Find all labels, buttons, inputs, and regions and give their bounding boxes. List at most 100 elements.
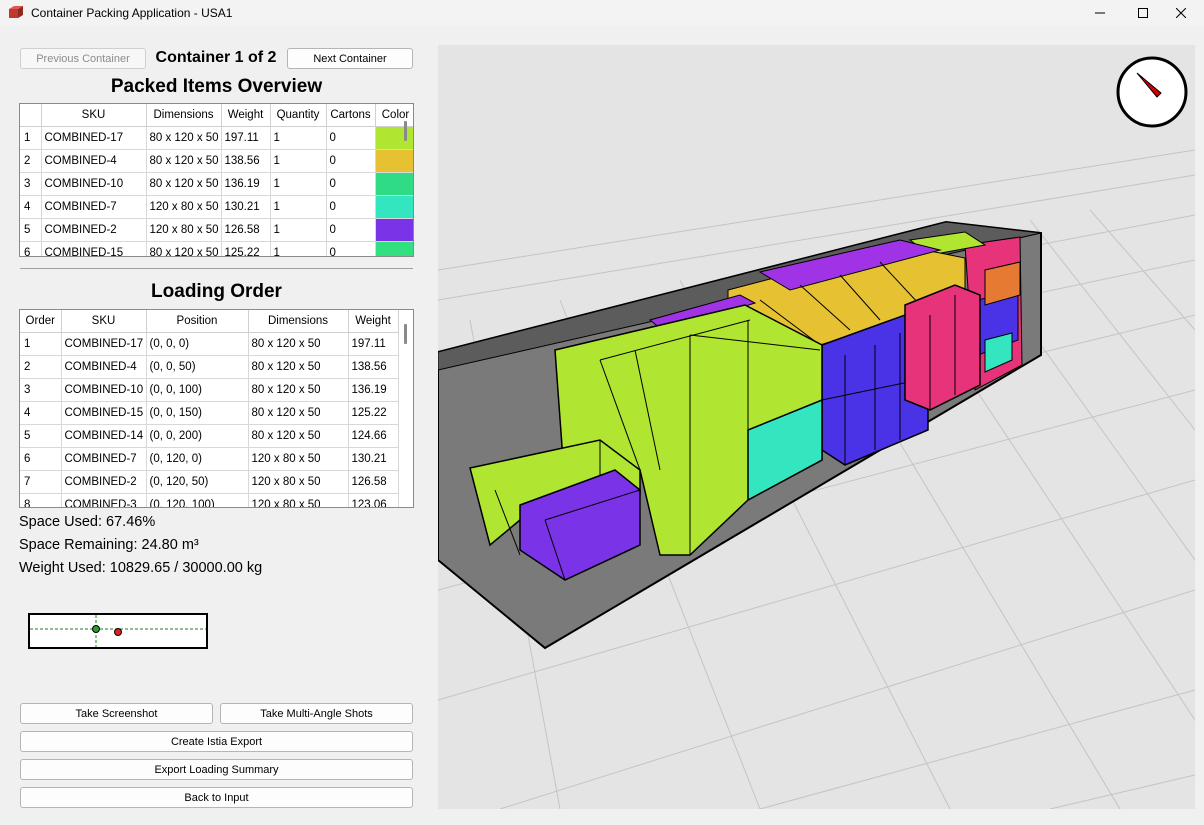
minimize-icon	[1095, 12, 1105, 14]
table-row[interactable]: 7 COMBINED-2 (0, 120, 50) 120 x 80 x 50 …	[20, 470, 399, 494]
sku-cell: COMBINED-7	[61, 447, 147, 471]
vertical-scrollbar[interactable]	[404, 324, 407, 344]
column-header[interactable]: Dimensions	[146, 104, 222, 127]
maximize-icon	[1138, 8, 1148, 18]
sku-cell: COMBINED-15	[41, 241, 147, 256]
position-cell: (0, 120, 100)	[146, 493, 249, 507]
order-cell: 2	[20, 355, 62, 379]
table-row[interactable]: 4 COMBINED-15 (0, 0, 150) 80 x 120 x 50 …	[20, 401, 399, 425]
column-header[interactable]: Color	[375, 104, 413, 127]
container-icon	[9, 6, 23, 18]
position-cell: (0, 120, 50)	[146, 470, 249, 494]
position-cell: (0, 0, 100)	[146, 378, 249, 402]
sku-cell: COMBINED-4	[61, 355, 147, 379]
color-swatch	[375, 172, 413, 196]
dimensions-cell: 120 x 80 x 50	[146, 218, 222, 242]
position-cell: (0, 0, 50)	[146, 355, 249, 379]
table-row[interactable]: 5 COMBINED-2 120 x 80 x 50 126.58 1 0	[20, 218, 413, 242]
dimensions-cell: 120 x 80 x 50	[248, 470, 349, 494]
table-row[interactable]: 6 COMBINED-15 80 x 120 x 50 125.22 1 0	[20, 241, 413, 256]
dimensions-cell: 80 x 120 x 50	[146, 172, 222, 196]
minimize-button[interactable]	[1077, 0, 1123, 26]
next-container-button[interactable]: Next Container	[287, 48, 413, 69]
table-row[interactable]: 8 COMBINED-3 (0, 120, 100) 120 x 80 x 50…	[20, 493, 399, 507]
table-row[interactable]: 3 COMBINED-10 80 x 120 x 50 136.19 1 0	[20, 172, 413, 196]
position-cell: (0, 120, 0)	[146, 447, 249, 471]
row-number: 6	[20, 241, 42, 256]
column-header[interactable]: SKU	[41, 104, 147, 127]
color-swatch	[375, 149, 413, 173]
table-row[interactable]: 5 COMBINED-14 (0, 0, 200) 80 x 120 x 50 …	[20, 424, 399, 448]
dimensions-cell: 80 x 120 x 50	[248, 355, 349, 379]
dimensions-cell: 80 x 120 x 50	[248, 378, 349, 402]
packed-items-table[interactable]: SKU Dimensions Weight Quantity Cartons C…	[19, 103, 414, 257]
space-remaining-label: Space Remaining: 24.80 m³	[19, 537, 199, 553]
compass-icon[interactable]	[1115, 55, 1189, 129]
order-cell: 7	[20, 470, 62, 494]
sku-cell: COMBINED-7	[41, 195, 147, 219]
dimensions-cell: 80 x 120 x 50	[146, 241, 222, 256]
column-header[interactable]: Position	[146, 310, 249, 333]
color-swatch	[375, 126, 413, 150]
sku-cell: COMBINED-15	[61, 401, 147, 425]
table-row[interactable]: 4 COMBINED-7 120 x 80 x 50 130.21 1 0	[20, 195, 413, 219]
weight-cell: 138.56	[348, 355, 399, 379]
column-header[interactable]: Weight	[221, 104, 271, 127]
dimensions-cell: 120 x 80 x 50	[248, 493, 349, 507]
column-header[interactable]: Cartons	[326, 104, 376, 127]
cartons-cell: 0	[326, 218, 376, 242]
column-header[interactable]: Order	[20, 310, 62, 333]
packed-items-title: Packed Items Overview	[110, 76, 323, 97]
sku-cell: COMBINED-10	[61, 378, 147, 402]
export-loading-summary-button[interactable]: Export Loading Summary	[20, 759, 413, 780]
row-header-corner	[20, 104, 42, 127]
row-number: 4	[20, 195, 42, 219]
cartons-cell: 0	[326, 195, 376, 219]
order-cell: 1	[20, 332, 62, 356]
weight-cell: 123.06	[348, 493, 399, 507]
quantity-cell: 1	[270, 195, 327, 219]
order-cell: 8	[20, 493, 62, 507]
table-row[interactable]: 1 COMBINED-17 (0, 0, 0) 80 x 120 x 50 19…	[20, 332, 399, 356]
weight-cell: 130.21	[221, 195, 271, 219]
table-row[interactable]: 3 COMBINED-10 (0, 0, 100) 80 x 120 x 50 …	[20, 378, 399, 402]
column-header[interactable]: Weight	[348, 310, 399, 333]
order-cell: 5	[20, 424, 62, 448]
table-row[interactable]: 2 COMBINED-4 80 x 120 x 50 138.56 1 0	[20, 149, 413, 173]
position-cell: (0, 0, 0)	[146, 332, 249, 356]
loading-order-title: Loading Order	[151, 281, 282, 302]
back-to-input-button[interactable]: Back to Input	[20, 787, 413, 808]
quantity-cell: 1	[270, 241, 327, 256]
table-row[interactable]: 2 COMBINED-4 (0, 0, 50) 80 x 120 x 50 13…	[20, 355, 399, 379]
previous-container-button[interactable]: Previous Container	[20, 48, 146, 69]
dimensions-cell: 80 x 120 x 50	[248, 424, 349, 448]
position-cell: (0, 0, 150)	[146, 401, 249, 425]
weight-cell: 138.56	[221, 149, 271, 173]
quantity-cell: 1	[270, 172, 327, 196]
table-row[interactable]: 1 COMBINED-17 80 x 120 x 50 197.11 1 0	[20, 126, 413, 150]
sku-cell: COMBINED-2	[41, 218, 147, 242]
3d-viewport[interactable]	[438, 45, 1195, 809]
column-header[interactable]: Quantity	[270, 104, 327, 127]
actual-center-marker	[114, 628, 122, 636]
loading-order-table[interactable]: Order SKU Position Dimensions Weight 1 C…	[19, 309, 414, 508]
weight-cell: 197.11	[221, 126, 271, 150]
section-divider	[20, 268, 413, 269]
close-icon	[1176, 8, 1186, 18]
container-3d-scene[interactable]	[438, 45, 1195, 809]
table-row[interactable]: 6 COMBINED-7 (0, 120, 0) 120 x 80 x 50 1…	[20, 447, 399, 471]
take-multi-angle-shots-button[interactable]: Take Multi-Angle Shots	[220, 703, 413, 724]
column-header[interactable]: Dimensions	[248, 310, 349, 333]
create-istia-export-button[interactable]: Create Istia Export	[20, 731, 413, 752]
position-cell: (0, 0, 200)	[146, 424, 249, 448]
column-header[interactable]: SKU	[61, 310, 147, 333]
dimensions-cell: 80 x 120 x 50	[146, 126, 222, 150]
order-cell: 3	[20, 378, 62, 402]
quantity-cell: 1	[270, 126, 327, 150]
center-of-gravity-indicator	[28, 613, 208, 649]
vertical-scrollbar[interactable]	[404, 121, 407, 141]
close-button[interactable]	[1158, 0, 1204, 26]
take-screenshot-button[interactable]: Take Screenshot	[20, 703, 213, 724]
quantity-cell: 1	[270, 149, 327, 173]
color-swatch	[375, 218, 413, 242]
